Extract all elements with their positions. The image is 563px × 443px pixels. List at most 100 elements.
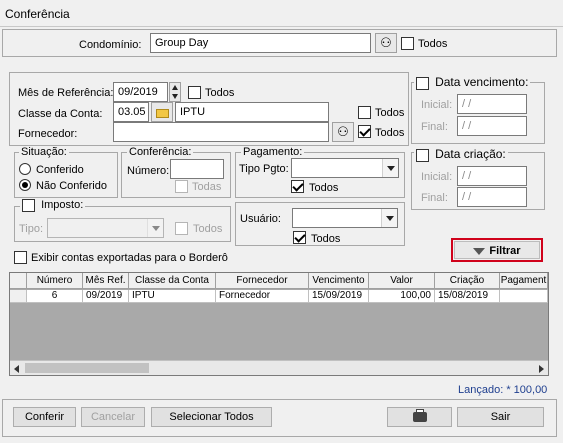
cancelar-label: Cancelar bbox=[90, 411, 136, 423]
exibir-exportadas-label: Exibir contas exportadas para o Borderô bbox=[31, 252, 228, 264]
scroll-thumb[interactable] bbox=[25, 363, 149, 373]
exibir-exportadas-checkbox[interactable] bbox=[14, 251, 27, 264]
classe-todos-label: Todos bbox=[375, 107, 405, 119]
col-header-mes-ref[interactable]: Mês Ref. bbox=[83, 273, 129, 289]
selecionar-todos-button[interactable]: Selecionar Todos bbox=[151, 407, 272, 427]
cell-pagamento[interactable] bbox=[500, 290, 548, 303]
usuario-chevron-down-icon[interactable] bbox=[381, 209, 397, 227]
fornecedor-todos-checkbox[interactable] bbox=[358, 125, 371, 138]
classe-label: Classe da Conta: bbox=[18, 108, 103, 120]
classe-todos-checkbox[interactable] bbox=[358, 106, 371, 119]
data-venc-final-input[interactable]: / / bbox=[457, 116, 527, 136]
cell-valor[interactable]: 100,00 bbox=[369, 290, 435, 303]
cell-vencimento[interactable]: 15/09/2019 bbox=[309, 290, 369, 303]
title-divider bbox=[0, 26, 563, 27]
mes-ref-todos-checkbox[interactable] bbox=[188, 86, 201, 99]
condominio-input[interactable]: Group Day bbox=[150, 33, 371, 53]
grid-corner bbox=[10, 273, 27, 289]
conferencia-todas-checkbox[interactable] bbox=[175, 180, 188, 193]
data-criacao-title: Data criação: bbox=[435, 147, 506, 161]
col-header-pagamento[interactable]: Pagament bbox=[500, 273, 548, 289]
cell-criacao[interactable]: 15/08/2019 bbox=[435, 290, 500, 303]
imposto-tipo-select[interactable] bbox=[47, 218, 164, 238]
condominio-todos-label: Todos bbox=[418, 38, 448, 50]
data-criacao-final-input[interactable]: / / bbox=[457, 187, 527, 207]
pagamento-title: Pagamento: bbox=[241, 146, 305, 158]
cell-numero[interactable]: 6 bbox=[27, 290, 83, 303]
horizontal-scrollbar[interactable] bbox=[10, 360, 548, 375]
data-criacao-checkbox[interactable] bbox=[416, 148, 429, 162]
data-venc-title: Data vencimento: bbox=[435, 75, 529, 89]
fornecedor-input[interactable] bbox=[113, 122, 329, 142]
data-criacao-inicial-label: Inicial: bbox=[421, 171, 453, 183]
mes-ref-spinner[interactable] bbox=[169, 82, 181, 102]
fornecedor-label: Fornecedor: bbox=[18, 128, 78, 140]
col-header-classe[interactable]: Classe da Conta bbox=[129, 273, 216, 289]
pagamento-todos-label: Todos bbox=[309, 182, 339, 194]
filtrar-label: Filtrar bbox=[489, 245, 521, 257]
col-header-vencimento[interactable]: Vencimento bbox=[309, 273, 369, 289]
data-criacao-legend: Data criação: bbox=[414, 148, 508, 162]
results-grid[interactable]: Número Mês Ref. Classe da Conta Forneced… bbox=[9, 272, 549, 376]
spin-down-icon[interactable] bbox=[172, 94, 178, 99]
spin-up-icon[interactable] bbox=[172, 85, 178, 90]
fornecedor-search-icon[interactable]: ⚇ bbox=[332, 122, 354, 142]
data-criacao-final-label: Final: bbox=[421, 192, 448, 204]
window-title: Conferência bbox=[5, 7, 70, 21]
sair-label: Sair bbox=[490, 411, 511, 423]
conferir-button[interactable]: Conferir bbox=[13, 407, 76, 427]
imposto-title: Imposto: bbox=[41, 199, 84, 212]
funnel-icon bbox=[473, 247, 486, 255]
printer-icon bbox=[412, 409, 427, 423]
usuario-select[interactable] bbox=[292, 208, 398, 228]
usuario-todos-label: Todos bbox=[311, 233, 341, 245]
cell-fornecedor[interactable]: Fornecedor bbox=[216, 290, 309, 303]
col-header-valor[interactable]: Valor bbox=[369, 273, 435, 289]
chevron-down-icon[interactable] bbox=[382, 159, 398, 177]
usuario-label: Usuário: bbox=[240, 213, 281, 225]
filtrar-button[interactable]: Filtrar bbox=[454, 241, 540, 259]
condominio-label: Condomínio: bbox=[79, 39, 142, 51]
col-header-criacao[interactable]: Criação bbox=[435, 273, 500, 289]
data-criacao-inicial-input[interactable]: / / bbox=[457, 166, 527, 186]
cell-classe[interactable]: IPTU bbox=[129, 290, 216, 303]
conferido-radio[interactable] bbox=[19, 163, 31, 175]
selecionar-todos-label: Selecionar Todos bbox=[169, 411, 254, 423]
conferencia-todas-label: Todas bbox=[192, 181, 222, 193]
conferencia-title: Conferência: bbox=[127, 146, 194, 158]
binoculars-icon[interactable]: ⚇ bbox=[375, 33, 397, 53]
conferencia-numero-input[interactable] bbox=[170, 159, 224, 179]
imposto-todos-checkbox[interactable] bbox=[175, 222, 188, 235]
cell-mes-ref[interactable]: 09/2019 bbox=[83, 290, 129, 303]
print-button[interactable] bbox=[387, 407, 452, 427]
imposto-todos-label: Todos bbox=[193, 223, 223, 235]
imposto-chevron-down-icon[interactable] bbox=[147, 219, 163, 237]
tipo-pgto-select[interactable] bbox=[291, 158, 399, 178]
condominio-todos-checkbox[interactable] bbox=[401, 37, 414, 50]
classe-code-input[interactable]: 03.05 bbox=[113, 102, 149, 122]
nao-conferido-label: Não Conferido bbox=[36, 180, 107, 192]
scroll-left-icon[interactable] bbox=[14, 365, 19, 373]
scroll-right-icon[interactable] bbox=[539, 365, 544, 373]
tipo-pgto-label: Tipo Pgto: bbox=[239, 163, 289, 175]
classe-name-input[interactable]: IPTU bbox=[175, 102, 329, 122]
data-venc-checkbox[interactable] bbox=[416, 76, 429, 90]
conferir-label: Conferir bbox=[24, 411, 65, 423]
imposto-tipo-label: Tipo: bbox=[19, 223, 44, 235]
fornecedor-todos-label: Todos bbox=[375, 127, 405, 139]
lancado-total: Lançado: * 100,00 bbox=[458, 384, 548, 396]
folder-icon[interactable] bbox=[151, 102, 173, 122]
imposto-checkbox[interactable] bbox=[22, 199, 35, 212]
col-header-fornecedor[interactable]: Fornecedor bbox=[216, 273, 309, 289]
nao-conferido-radio[interactable] bbox=[19, 179, 31, 191]
pagamento-todos-checkbox[interactable] bbox=[291, 180, 304, 193]
data-venc-inicial-input[interactable]: / / bbox=[457, 94, 527, 114]
conferencia-numero-label: Número: bbox=[127, 165, 170, 177]
col-header-numero[interactable]: Número bbox=[27, 273, 83, 289]
situacao-title: Situação: bbox=[19, 146, 69, 158]
usuario-todos-checkbox[interactable] bbox=[293, 231, 306, 244]
cancelar-button[interactable]: Cancelar bbox=[81, 407, 145, 427]
row-indicator[interactable] bbox=[10, 290, 27, 303]
mes-ref-input[interactable]: 09/2019 bbox=[113, 82, 168, 102]
sair-button[interactable]: Sair bbox=[457, 407, 544, 427]
